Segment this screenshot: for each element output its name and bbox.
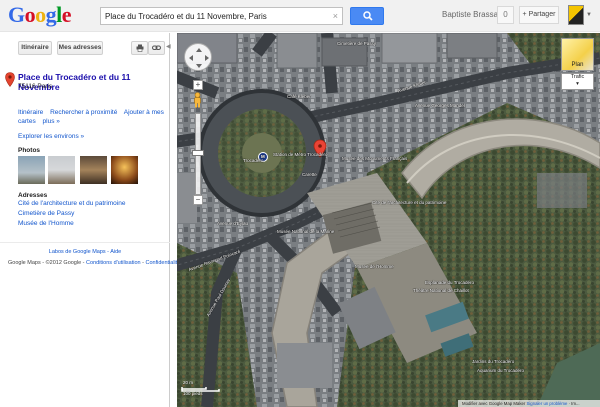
- logo-letter: g: [45, 2, 57, 27]
- map-label: Musée National de la Marine: [277, 229, 335, 234]
- privacy-link[interactable]: Confidentialité: [146, 260, 181, 266]
- my-addresses-button[interactable]: Mes adresses: [57, 41, 103, 55]
- scale-metric: 20 m: [183, 380, 194, 385]
- notifications-button[interactable]: 0: [497, 6, 514, 24]
- map-label: Cité de l'architecture et du patrimoine: [372, 200, 447, 205]
- copyright-text: Google Maps - ©2012 Google -: [8, 260, 87, 266]
- scale-imperial: 100 pieds: [183, 391, 203, 396]
- logo-letter: o: [24, 2, 36, 27]
- chevron-down-icon: ▾: [576, 81, 579, 87]
- collapse-left-icon[interactable]: ◀: [166, 43, 171, 50]
- address-link[interactable]: Cité de l'architecture et du patrimoine: [18, 200, 125, 207]
- search-icon: [363, 11, 373, 21]
- map-maker-text[interactable]: Modifier avec Google Map Maker: [462, 401, 526, 406]
- link-button[interactable]: [148, 41, 165, 55]
- terms-link[interactable]: Conditions d'utilisation: [86, 260, 141, 266]
- photos-heading: Photos: [18, 147, 41, 154]
- logo-letter: e: [61, 2, 72, 27]
- google-logo[interactable]: Google: [8, 2, 72, 28]
- avatar[interactable]: [568, 5, 584, 25]
- map-label: Musée des Monuments Français: [342, 156, 408, 161]
- traffic-label: Trafic: [570, 74, 585, 80]
- address-link[interactable]: Cimetière de Passy: [18, 210, 74, 217]
- directions-link[interactable]: Itinéraire: [18, 109, 43, 116]
- search-value: Place du Trocadéro et du 11 Novembre, Pa…: [105, 12, 267, 21]
- map-label: Carette: [302, 172, 317, 177]
- photo-thumbnail[interactable]: [18, 156, 45, 184]
- photo-thumbnail[interactable]: [111, 156, 138, 184]
- logo-letter: G: [8, 2, 25, 27]
- itinerary-button[interactable]: Itinéraire: [18, 41, 52, 55]
- map-canvas[interactable]: Café Kléber Avenue Kléber Trocadéro M St…: [177, 33, 600, 407]
- pan-control[interactable]: [184, 43, 212, 71]
- map-pin-icon: [5, 72, 15, 87]
- place-address: 75116 Paris: [18, 83, 53, 90]
- map-label: Musée de l'Homme: [355, 264, 394, 269]
- place-actions: Itinéraire Rechercher à proximité Ajoute…: [18, 108, 166, 126]
- print-icon: [136, 44, 143, 52]
- traffic-button[interactable]: Trafic ▾: [561, 73, 594, 90]
- print-button[interactable]: [131, 41, 148, 55]
- explore-link[interactable]: Explorer les environs »: [18, 133, 84, 140]
- logo-letter: o: [35, 2, 46, 27]
- satellite-imagery: [177, 33, 600, 407]
- map-label: Station de Métro Trocadéro: [273, 152, 328, 157]
- footer: Google Maps - ©2012 Google - Conditions …: [8, 260, 180, 266]
- map-label: Aquarium du Trocadéro: [477, 368, 525, 373]
- chevron-down-icon[interactable]: ▼: [586, 12, 592, 18]
- address-link[interactable]: Musée de l'Homme: [18, 220, 74, 227]
- app-window: Google Place du Trocadéro et du 11 Novem…: [0, 0, 600, 407]
- link-icon: [152, 45, 161, 50]
- pan-arrows-icon: [189, 48, 209, 68]
- zoom-slider-handle[interactable]: [192, 150, 204, 156]
- search-input[interactable]: Place du Trocadéro et du 11 Novembre, Pa…: [100, 7, 343, 25]
- metro-icon: M: [261, 154, 265, 159]
- zoom-in-button[interactable]: +: [193, 80, 203, 90]
- map-label: Théâtre National de Chaillot: [413, 288, 469, 293]
- plan-label: Plan: [571, 62, 584, 68]
- search-nearby-link[interactable]: Rechercher à proximité: [50, 109, 117, 116]
- pegman-icon[interactable]: [192, 92, 203, 108]
- divider: [0, 242, 170, 243]
- report-problem-link[interactable]: Signaler un problème: [526, 401, 567, 406]
- addresses-heading: Adresses: [18, 192, 48, 199]
- map-type-plan-button[interactable]: Plan: [561, 38, 594, 71]
- map-label: Cimetière de Passy: [337, 41, 377, 46]
- more-link[interactable]: plus »: [43, 118, 60, 125]
- left-panel: Itinéraire Mes adresses ◀ Place du Troca…: [0, 33, 180, 407]
- photo-thumbnail[interactable]: [80, 156, 107, 184]
- labs-help-links[interactable]: Labos de Google Maps - Aide: [0, 249, 170, 255]
- photo-thumbnail[interactable]: [48, 156, 75, 184]
- clear-search-icon[interactable]: ×: [333, 10, 338, 22]
- map-label: Avenue d'Eylau: [217, 221, 249, 226]
- zoom-out-button[interactable]: −: [193, 195, 203, 205]
- search-button[interactable]: [350, 7, 384, 25]
- map-attribution: Modifier avec Google Map Maker Signaler …: [458, 400, 600, 407]
- user-name[interactable]: Baptiste Brassart: [442, 10, 503, 19]
- top-bar: Google Place du Trocadéro et du 11 Novem…: [0, 0, 600, 32]
- share-button[interactable]: + Partager: [519, 6, 559, 24]
- map-label: Avenue Georges Mandel: [415, 103, 465, 108]
- imagery-text: · Im...: [567, 401, 580, 406]
- map-label: Esplanade du Trocadéro: [425, 280, 475, 285]
- map-label: Jardins du Trocadéro: [472, 359, 515, 364]
- map-label: Café Kléber: [287, 94, 311, 99]
